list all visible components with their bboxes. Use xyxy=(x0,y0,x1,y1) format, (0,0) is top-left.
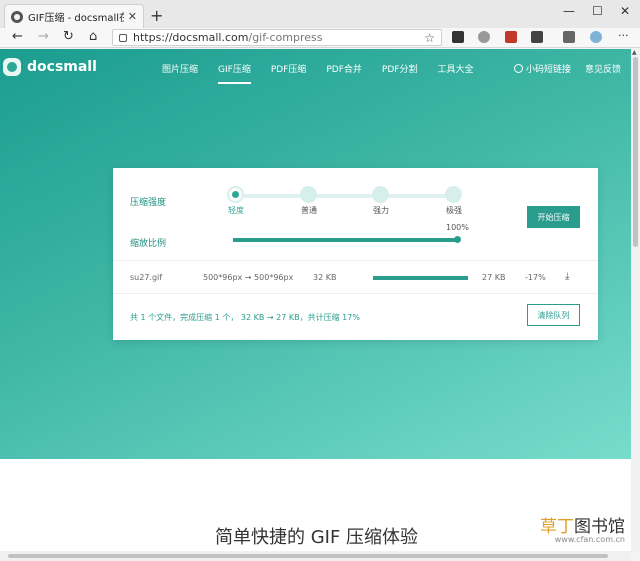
vertical-scroll-thumb[interactable] xyxy=(633,57,638,247)
minimize-button[interactable]: — xyxy=(563,4,575,18)
browser-toolbar: ← → ↻ ⌂ https://docsmall.com/gif-compres… xyxy=(0,28,640,48)
extension-2-icon[interactable] xyxy=(478,31,490,43)
extension-1-icon[interactable] xyxy=(452,31,464,43)
vertical-scrollbar[interactable]: ▲ xyxy=(631,49,640,551)
scale-slider-handle[interactable] xyxy=(454,236,461,243)
compress-card: 压缩强度 轻度 普通 强力 极强 缩放比例 100% 开始压缩 su27.gif 50… xyxy=(113,168,598,340)
browser-tab[interactable]: GIF压缩 - docsmall在线GIF压缩 ✕ xyxy=(4,4,144,28)
collections-icon[interactable] xyxy=(563,31,575,43)
nav-link-0[interactable]: 图片压缩 xyxy=(162,62,198,84)
feedback-link[interactable]: 意见反馈 xyxy=(585,62,621,75)
horizontal-scroll-thumb[interactable] xyxy=(8,554,608,558)
back-arrow-icon[interactable]: ← xyxy=(12,29,23,44)
profile-avatar-icon[interactable] xyxy=(590,31,602,43)
browser-tab-strip: GIF压缩 - docsmall在线GIF压缩 ✕ + — ☐ ✕ xyxy=(0,0,640,28)
section-title: 简单快捷的 GIF 压缩体验 xyxy=(215,527,419,548)
extension-3-icon[interactable] xyxy=(505,31,517,43)
lock-icon xyxy=(119,33,127,42)
nav-link-2[interactable]: PDF压缩 xyxy=(271,62,307,84)
strength-step-0[interactable] xyxy=(227,186,244,203)
page-viewport: docsmall 图片压缩 GIF压缩 PDF压缩 PDF合并 PDF分割 工具大全 小码… xyxy=(0,49,631,551)
maximize-button[interactable]: ☐ xyxy=(592,4,603,18)
mini-program-link[interactable]: 小码短链接 xyxy=(526,62,571,75)
nav-link-5[interactable]: 工具大全 xyxy=(437,62,473,84)
url-text: https://docsmall.com/gif-compress xyxy=(133,31,323,44)
favorite-star-icon[interactable]: ☆ xyxy=(424,31,435,45)
tab-close-icon[interactable]: ✕ xyxy=(128,10,137,23)
scale-slider-fill xyxy=(233,238,458,242)
strength-step-3[interactable] xyxy=(445,186,462,203)
file-dimensions: 500*96px → 500*96px xyxy=(203,273,294,282)
site-header: docsmall 图片压缩 GIF压缩 PDF压缩 PDF合并 PDF分割 工具大全 小码… xyxy=(0,49,631,89)
divider xyxy=(113,293,598,294)
file-size-after: 27 KB xyxy=(482,273,506,282)
tab-title: GIF压缩 - docsmall在线GIF压缩 xyxy=(28,13,124,24)
watermark-logo: 草丁图书馆 www.cfan.com.cn xyxy=(540,517,625,544)
address-bar[interactable]: https://docsmall.com/gif-compress ☆ xyxy=(112,29,442,46)
mini-program-icon xyxy=(513,64,523,73)
main-nav: 图片压缩 GIF压缩 PDF压缩 PDF合并 PDF分割 工具大全 xyxy=(162,62,493,84)
divider xyxy=(113,260,598,261)
hero-background: docsmall 图片压缩 GIF压缩 PDF压缩 PDF合并 PDF分割 工具大全 小码… xyxy=(0,49,631,459)
scroll-up-icon[interactable]: ▲ xyxy=(632,49,637,56)
nav-link-1[interactable]: GIF压缩 xyxy=(218,62,251,84)
refresh-icon[interactable]: ↻ xyxy=(63,29,74,44)
strength-track[interactable] xyxy=(235,194,455,198)
new-tab-button[interactable]: + xyxy=(150,6,163,25)
window-close-button[interactable]: ✕ xyxy=(620,4,630,18)
scale-label: 缩放比例 xyxy=(130,239,167,249)
summary-text: 共 1 个文件，完成压缩 1 个， 32 KB → 27 KB，共计压缩 17% xyxy=(130,313,360,322)
extension-4-icon[interactable] xyxy=(531,31,543,43)
file-name: su27.gif xyxy=(130,273,163,282)
forward-arrow-icon[interactable]: → xyxy=(38,29,49,44)
header-right-links: 小码短链接 意见反馈 xyxy=(513,62,621,75)
strength-step-1[interactable] xyxy=(300,186,317,203)
strength-step-label: 普通 xyxy=(301,206,317,215)
strength-step-label: 轻度 xyxy=(228,206,244,215)
logo-mark-icon xyxy=(3,58,21,76)
site-logo[interactable]: docsmall xyxy=(3,58,97,76)
download-icon[interactable]: ⤓ xyxy=(565,271,569,282)
strength-step-label: 强力 xyxy=(373,206,389,215)
horizontal-scrollbar[interactable] xyxy=(0,551,631,561)
scale-slider-track[interactable] xyxy=(233,238,458,242)
file-size-before: 32 KB xyxy=(313,273,337,282)
strength-step-label: 极强 xyxy=(446,206,462,215)
home-icon[interactable]: ⌂ xyxy=(89,29,97,44)
start-compress-button[interactable]: 开始压缩 xyxy=(527,206,580,228)
clear-queue-button[interactable]: 清除队列 xyxy=(527,304,580,326)
file-progress-bar xyxy=(373,276,468,280)
strength-step-2[interactable] xyxy=(372,186,389,203)
strength-label: 压缩强度 xyxy=(130,198,167,208)
nav-link-4[interactable]: PDF分割 xyxy=(382,62,418,84)
favicon-icon xyxy=(11,10,23,23)
nav-link-3[interactable]: PDF合并 xyxy=(326,62,362,84)
scale-percent: 100% xyxy=(446,223,469,232)
logo-text: docsmall xyxy=(27,59,97,75)
file-ratio: -17% xyxy=(525,273,546,282)
more-menu-icon[interactable]: ··· xyxy=(618,29,629,42)
